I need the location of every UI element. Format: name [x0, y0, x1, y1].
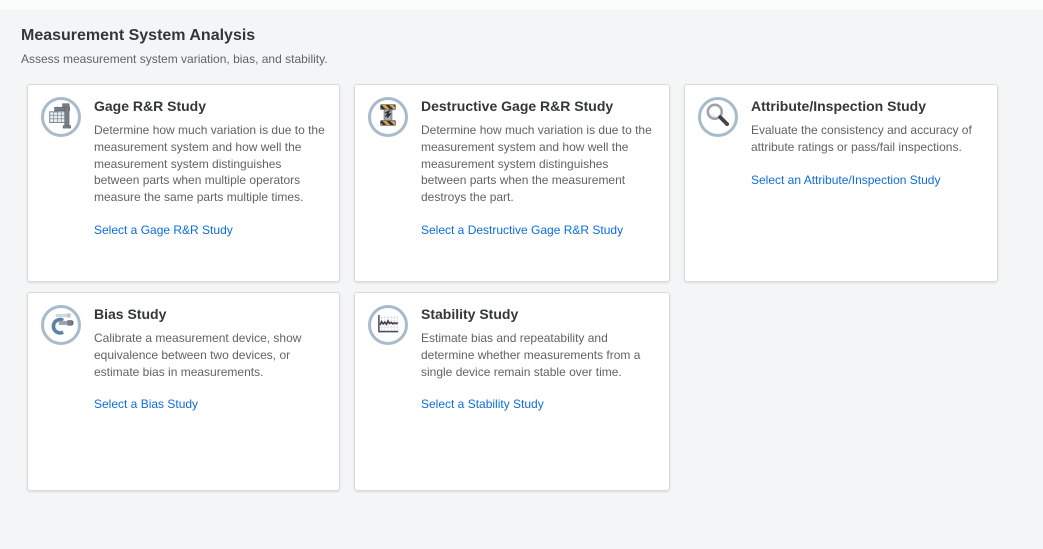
height-gage-grid-icon	[46, 100, 76, 130]
card-icon-ring	[368, 305, 408, 345]
card-description: Evaluate the consistency and accuracy of…	[751, 122, 983, 156]
card-icon-slot	[373, 100, 403, 135]
card-icon-ring	[41, 305, 81, 345]
card-icon-slot	[703, 100, 733, 135]
card-body: Attribute/Inspection Study Evaluate the …	[751, 97, 983, 189]
card-icon-slot	[373, 308, 403, 343]
link-attribute-inspection[interactable]: Select an Attribute/Inspection Study	[751, 173, 940, 187]
link-destructive-gage-rr[interactable]: Select a Destructive Gage R&R Study	[421, 223, 623, 237]
card-icon-slot	[46, 308, 76, 343]
card-stability: Stability Study Estimate bias and repeat…	[354, 292, 670, 491]
card-description: Determine how much variation is due to t…	[94, 122, 325, 206]
card-attribute-inspection: Attribute/Inspection Study Evaluate the …	[684, 84, 998, 282]
card-icon-ring	[368, 97, 408, 137]
top-strip	[0, 0, 1043, 10]
card-body: Stability Study Estimate bias and repeat…	[421, 305, 655, 413]
card-title: Bias Study	[94, 306, 325, 322]
page-title: Measurement System Analysis	[21, 27, 1043, 45]
link-bias[interactable]: Select a Bias Study	[94, 397, 198, 411]
card-bias: Bias Study Calibrate a measurement devic…	[27, 292, 340, 491]
card-destructive-gage-rr: Destructive Gage R&R Study Determine how…	[354, 84, 670, 282]
page-header: Measurement System Analysis Assess measu…	[0, 10, 1043, 66]
link-stability[interactable]: Select a Stability Study	[421, 397, 544, 411]
card-icon-slot	[46, 100, 76, 135]
card-body: Gage R&R Study Determine how much variat…	[94, 97, 325, 239]
card-title: Attribute/Inspection Study	[751, 98, 983, 114]
card-body: Bias Study Calibrate a measurement devic…	[94, 305, 325, 413]
card-body: Destructive Gage R&R Study Determine how…	[421, 97, 655, 239]
card-grid: Gage R&R Study Determine how much variat…	[27, 84, 1043, 491]
card-title: Gage R&R Study	[94, 98, 325, 114]
card-title: Destructive Gage R&R Study	[421, 98, 655, 114]
link-gage-rr[interactable]: Select a Gage R&R Study	[94, 223, 233, 237]
page-subtitle: Assess measurement system variation, bia…	[21, 52, 1043, 66]
card-gage-rr: Gage R&R Study Determine how much variat…	[27, 84, 340, 282]
micrometer-icon	[46, 308, 76, 338]
hazard-specimen-icon	[373, 100, 403, 130]
magnifier-icon	[703, 100, 733, 130]
card-icon-ring	[698, 97, 738, 137]
card-description: Determine how much variation is due to t…	[421, 122, 655, 206]
card-description: Calibrate a measurement device, show equ…	[94, 330, 325, 380]
card-title: Stability Study	[421, 306, 655, 322]
card-description: Estimate bias and repeatability and dete…	[421, 330, 655, 380]
card-icon-ring	[41, 97, 81, 137]
control-chart-icon	[373, 308, 403, 338]
